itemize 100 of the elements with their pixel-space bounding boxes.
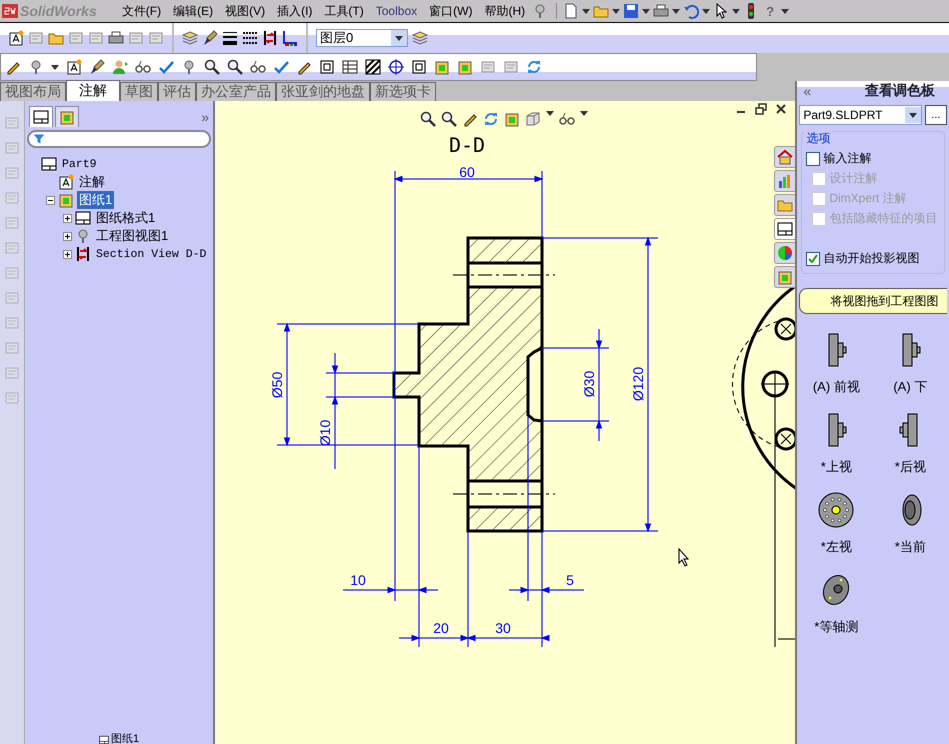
caret-icon[interactable] — [702, 8, 710, 14]
line-style-icon[interactable] — [242, 30, 258, 46]
layer-dropdown[interactable]: 图层0 — [316, 29, 408, 47]
expand-button[interactable]: » — [201, 108, 209, 124]
view-label[interactable]: *当前 — [894, 538, 926, 556]
menu-item[interactable]: 编辑(E) — [168, 2, 218, 20]
printer-icon[interactable] — [108, 30, 124, 46]
expand-box-icon[interactable] — [63, 214, 72, 222]
tree-item[interactable]: 工程图视图1 — [94, 227, 170, 245]
expand-box-icon[interactable] — [63, 250, 72, 258]
brush-icon[interactable] — [89, 59, 105, 75]
caret-icon[interactable] — [580, 111, 588, 116]
menu-item[interactable]: 插入(I) — [272, 2, 318, 20]
magnifier-icon[interactable] — [204, 59, 220, 75]
frame-icon[interactable] — [319, 59, 335, 75]
view-label[interactable]: *等轴测 — [814, 618, 858, 636]
tree-item[interactable]: 图纸格式1 — [94, 209, 158, 227]
view-label[interactable]: *左视 — [820, 538, 852, 556]
grayed-tool-icon[interactable] — [503, 59, 519, 75]
dimension-text[interactable]: 10 — [350, 572, 366, 588]
close-icon[interactable] — [775, 103, 788, 115]
dimension-text[interactable]: 20 — [433, 620, 449, 636]
note-icon[interactable] — [66, 59, 82, 75]
glasses-icon[interactable] — [559, 111, 575, 127]
flange-face-view-icon[interactable] — [816, 490, 856, 530]
brush-icon[interactable] — [202, 30, 218, 46]
caret-icon[interactable] — [672, 8, 680, 14]
tree-item[interactable]: 图纸1 — [77, 191, 114, 209]
magnifier-icon[interactable] — [227, 59, 243, 75]
browse-button[interactable]: ... — [924, 105, 947, 125]
hatch-icon[interactable] — [365, 59, 381, 75]
caret-icon[interactable] — [732, 8, 740, 14]
checkbox[interactable] — [806, 152, 820, 166]
sheet-icon[interactable] — [75, 210, 91, 226]
checkbox-label[interactable]: 自动开始投影视图 — [823, 250, 920, 267]
glasses-icon[interactable] — [135, 59, 151, 75]
ribbon-tab[interactable]: 注解 — [66, 80, 120, 101]
grayed-tool-icon[interactable] — [148, 30, 164, 46]
collapse-box-icon[interactable] — [46, 196, 55, 204]
caret-icon[interactable] — [612, 8, 620, 14]
caret-icon[interactable] — [582, 8, 590, 14]
swap-arrows-icon[interactable] — [262, 30, 278, 46]
view-label[interactable]: (A) 前视 — [812, 378, 860, 396]
document-dropdown[interactable]: Part9.SLDPRT — [799, 105, 922, 125]
magnifier-icon[interactable] — [420, 111, 436, 127]
note-icon[interactable] — [58, 174, 74, 190]
feature-tree-tab[interactable] — [29, 106, 53, 127]
dimension-text[interactable]: 60 — [459, 164, 475, 180]
menu-item[interactable]: 窗口(W) — [424, 2, 478, 20]
filter-field[interactable] — [27, 130, 211, 148]
menu-item[interactable]: Toolbox — [370, 4, 422, 18]
view-label[interactable]: *后视 — [894, 458, 926, 476]
collapse-button[interactable]: « — [803, 83, 812, 99]
menu-item[interactable]: 工具(T) — [319, 2, 369, 20]
view-label[interactable]: (A) 下 — [893, 378, 928, 396]
ribbon-tab[interactable]: 办公室产品 — [196, 82, 276, 101]
printer-icon[interactable] — [653, 3, 670, 19]
ribbon-tab[interactable]: 视图布局 — [0, 82, 66, 101]
grayed-tool-icon[interactable] — [480, 59, 496, 75]
expand-box-icon[interactable] — [63, 232, 72, 240]
cube-icon[interactable] — [525, 111, 541, 127]
restore-icon[interactable] — [755, 103, 768, 115]
grayed-tool-icon[interactable] — [68, 30, 84, 46]
tree-item[interactable]: Section View D-D — [94, 248, 208, 260]
caret-icon[interactable] — [546, 111, 554, 116]
task-pane-tab[interactable] — [774, 218, 796, 240]
menu-item[interactable]: 帮助(H) — [479, 2, 530, 20]
dimension-text[interactable]: 30 — [495, 620, 511, 636]
glasses-icon[interactable] — [250, 59, 266, 75]
frame-icon[interactable] — [411, 59, 427, 75]
sheet-tab[interactable]: 图纸1 — [111, 734, 140, 744]
dimension-text[interactable]: 5 — [566, 572, 574, 588]
layers-icon[interactable] — [412, 30, 428, 46]
menu-item[interactable]: 视图(V) — [220, 2, 270, 20]
menu-item[interactable]: 文件(F) — [116, 2, 166, 20]
swap-arrows-icon[interactable] — [75, 246, 91, 262]
sheet-icon[interactable] — [41, 156, 57, 172]
caret-icon[interactable] — [51, 64, 59, 70]
table-icon[interactable] — [342, 59, 358, 75]
caret-icon[interactable] — [642, 8, 650, 14]
note-icon[interactable] — [8, 30, 24, 46]
ribbon-tab[interactable]: 草图 — [120, 82, 158, 101]
checkbox[interactable] — [806, 252, 820, 266]
refresh-icon[interactable] — [526, 59, 542, 75]
crosshair-icon[interactable] — [388, 59, 404, 75]
ribbon-tab[interactable]: 新选项卡 — [370, 82, 436, 101]
tree-item[interactable]: Part9 — [60, 158, 99, 170]
checkmark-icon[interactable] — [158, 59, 174, 75]
checkmark-icon[interactable] — [273, 59, 289, 75]
checkbox-label[interactable]: 输入注解 — [823, 150, 872, 167]
refresh-icon[interactable] — [483, 111, 499, 127]
dimension-text[interactable]: Ø50 — [269, 372, 285, 398]
dimension-text[interactable]: Ø120 — [630, 366, 646, 402]
property-tab[interactable] — [55, 106, 79, 127]
line-weight-icon[interactable] — [222, 30, 238, 46]
ribbon-tab[interactable]: 评估 — [158, 82, 196, 101]
dimension-text[interactable]: Ø30 — [581, 370, 597, 398]
magnifier-icon[interactable] — [441, 111, 457, 127]
person-icon[interactable] — [112, 59, 128, 75]
caret-icon[interactable] — [781, 8, 790, 14]
